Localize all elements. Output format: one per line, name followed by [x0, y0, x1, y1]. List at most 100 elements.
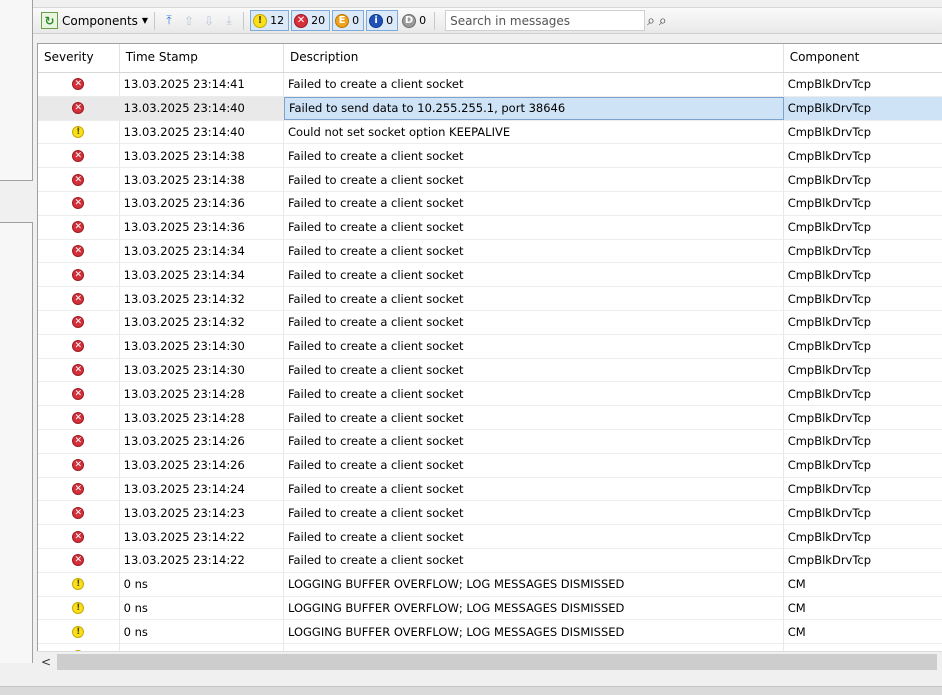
table-row[interactable]: ✕ 13.03.2025 23:14:41 Failed to create a c… — [38, 73, 942, 97]
timestamp-cell: 13.03.2025 23:14:22 — [120, 548, 284, 572]
table-row[interactable]: ✕ 13.03.2025 23:14:32 Failed to create a c… — [38, 287, 942, 311]
table-row[interactable]: ✕ 13.03.2025 23:14:28 Failed to create a c… — [38, 406, 942, 430]
error-icon: ✕ — [72, 387, 85, 400]
table-row[interactable]: ✕ 13.03.2025 23:14:30 Failed to create a c… — [38, 358, 942, 383]
timestamp-cell: 13.03.2025 23:14:26 — [120, 429, 284, 453]
scroll-up-icon[interactable]: ⇧ — [182, 13, 196, 29]
table-row[interactable]: ✕ 13.03.2025 23:14:30 Failed to create a c… — [38, 334, 942, 359]
timestamp-cell: 13.03.2025 23:14:26 — [120, 453, 284, 477]
component-cell: CM — [784, 596, 942, 620]
component-cell: CmpBlkDrvTcp — [784, 477, 942, 501]
timestamp-cell: 13.03.2025 23:14:32 — [120, 287, 284, 310]
column-header-timestamp[interactable]: Time Stamp — [120, 44, 284, 72]
filter-errors-button[interactable]: ✕ 20 — [291, 10, 331, 31]
timestamp-cell: 13.03.2025 23:14:24 — [120, 477, 284, 501]
description-cell: LOGGING BUFFER OVERFLOW; LOG MESSAGES DI… — [284, 596, 784, 620]
table-row[interactable]: ✕ 13.03.2025 23:14:22 Failed to create a c… — [38, 525, 942, 549]
horizontal-scrollbar[interactable]: < — [37, 651, 942, 671]
description-cell: LOGGING BUFFER OVERFLOW; LOG MESSAGES DI… — [284, 620, 784, 644]
description-cell: Failed to create a client socket — [284, 263, 784, 287]
component-cell: CmpBlkDrvTcp — [784, 429, 942, 453]
table-row[interactable]: ✕ 13.03.2025 23:14:26 Failed to create a c… — [38, 453, 942, 478]
table-row[interactable]: ✕ 13.03.2025 23:14:40 Failed to send data … — [38, 96, 942, 121]
components-label: Components — [62, 13, 138, 28]
table-row[interactable]: ! 0 nsLOGGING BUFFER OVERFLOW; LOG MESSAG… — [38, 596, 942, 621]
table-row[interactable]: ✕ 13.03.2025 23:14:34 Failed to create a c… — [38, 239, 942, 264]
severity-cell: ✕ — [38, 477, 120, 501]
table-row[interactable]: ! 13.03.2025 23:14:40 Could not set socket… — [38, 120, 942, 145]
scroll-to-top-icon[interactable]: ⤒ — [162, 13, 176, 29]
component-cell: CmpBlkDrvTcp — [784, 334, 942, 358]
description-cell: Failed to create a client socket — [284, 73, 784, 96]
severity-cell: ✕ — [38, 73, 120, 96]
description-cell: Failed to create a client socket — [284, 477, 784, 501]
error-icon: ✕ — [72, 554, 85, 567]
filter-info-button[interactable]: i 0 — [366, 10, 399, 31]
filter-exceptions-button[interactable]: E 0 — [332, 10, 365, 31]
refresh-icon[interactable]: ↻ — [41, 12, 58, 29]
component-cell: CM — [784, 620, 942, 644]
table-row[interactable]: ✕ 13.03.2025 23:14:22 Failed to create a c… — [38, 548, 942, 573]
table-row[interactable]: ✕ 13.03.2025 23:14:28 Failed to create a c… — [38, 382, 942, 407]
component-cell: CmpBlkDrvTcp — [784, 406, 942, 429]
error-icon: ✕ — [72, 482, 85, 495]
components-dropdown[interactable]: ↻ Components ▼ — [35, 10, 150, 31]
severity-cell: ! — [38, 572, 120, 596]
search-icon[interactable]: ⌕ — [647, 13, 655, 29]
component-cell: CmpBlkDrvTcp — [784, 453, 942, 477]
severity-cell: ✕ — [38, 429, 120, 453]
search-options-icon[interactable]: ⌕ — [659, 13, 667, 29]
search-input[interactable] — [445, 10, 646, 31]
error-icon: ✕ — [72, 435, 85, 448]
table-row[interactable]: ! 0 nsLOGGING BUFFER OVERFLOW; LOG MESSAG… — [38, 620, 942, 645]
table-row[interactable]: ✕ 13.03.2025 23:14:24 Failed to create a c… — [38, 477, 942, 502]
table-row[interactable]: ✕ 13.03.2025 23:14:36 Failed to create a c… — [38, 215, 942, 240]
table-row[interactable]: ✕ 13.03.2025 23:14:38 Failed to create a c… — [38, 144, 942, 169]
error-icon: ✕ — [72, 530, 85, 543]
scroll-left-icon[interactable]: < — [37, 653, 55, 671]
description-cell: Failed to create a client socket — [284, 501, 784, 525]
error-icon: ✕ — [72, 459, 85, 472]
table-header: Severity Time Stamp Description Componen… — [38, 44, 942, 73]
exception-icon: E — [335, 13, 350, 28]
column-header-description[interactable]: Description — [284, 44, 784, 72]
table-row[interactable]: ✕ 13.03.2025 23:14:34 Failed to create a c… — [38, 263, 942, 288]
severity-cell: ✕ — [38, 406, 120, 429]
table-row[interactable]: ✕ 13.03.2025 23:14:38 Failed to create a c… — [38, 168, 942, 192]
table-row[interactable]: ✕ 13.03.2025 23:14:23 Failed to create a c… — [38, 501, 942, 526]
column-header-severity[interactable]: Severity — [38, 44, 120, 72]
timestamp-cell: 13.03.2025 23:14:22 — [120, 525, 284, 548]
component-cell: CmpBlkDrvTcp — [784, 191, 942, 215]
left-panel-bottom — [0, 222, 33, 663]
column-header-component[interactable]: Component — [784, 44, 942, 72]
table-row[interactable]: ✕ 13.03.2025 23:14:32 Failed to create a c… — [38, 310, 942, 335]
description-cell: Failed to create a client socket — [284, 334, 784, 358]
description-cell: Failed to create a client socket — [284, 382, 784, 406]
scroll-to-bottom-icon[interactable]: ⤓ — [222, 13, 236, 29]
severity-cell: ✕ — [38, 525, 120, 548]
description-cell: Failed to create a client socket — [284, 144, 784, 168]
error-icon: ✕ — [72, 363, 85, 376]
table-row[interactable]: ✕ 13.03.2025 23:14:36 Failed to create a c… — [38, 191, 942, 216]
warning-count: 12 — [270, 14, 285, 27]
severity-cell: ✕ — [38, 453, 120, 477]
description-cell: Failed to create a client socket — [284, 453, 784, 477]
filter-debug-button[interactable]: D 0 — [400, 10, 430, 31]
error-icon: ✕ — [72, 506, 85, 519]
component-cell: CmpBlkDrvTcp — [784, 168, 942, 191]
description-cell: Failed to create a client socket — [284, 287, 784, 310]
error-icon: ✕ — [72, 221, 85, 234]
error-icon: ✕ — [72, 102, 85, 115]
component-cell: CmpBlkDrvTcp — [784, 73, 942, 96]
component-cell: CmpBlkDrvTcp — [784, 501, 942, 525]
filter-warnings-button[interactable]: ! 12 — [250, 10, 290, 31]
timestamp-cell: 13.03.2025 23:14:23 — [120, 501, 284, 525]
left-panel — [0, 0, 33, 694]
description-cell: Failed to create a client socket — [284, 548, 784, 572]
error-icon: ✕ — [72, 316, 85, 329]
component-cell: CmpBlkDrvTcp — [784, 382, 942, 406]
scrollbar-thumb[interactable] — [57, 653, 937, 670]
table-row[interactable]: ✕ 13.03.2025 23:14:26 Failed to create a c… — [38, 429, 942, 454]
table-row[interactable]: ! 0 nsLOGGING BUFFER OVERFLOW; LOG MESSAG… — [38, 572, 942, 597]
scroll-down-icon[interactable]: ⇩ — [202, 13, 216, 29]
